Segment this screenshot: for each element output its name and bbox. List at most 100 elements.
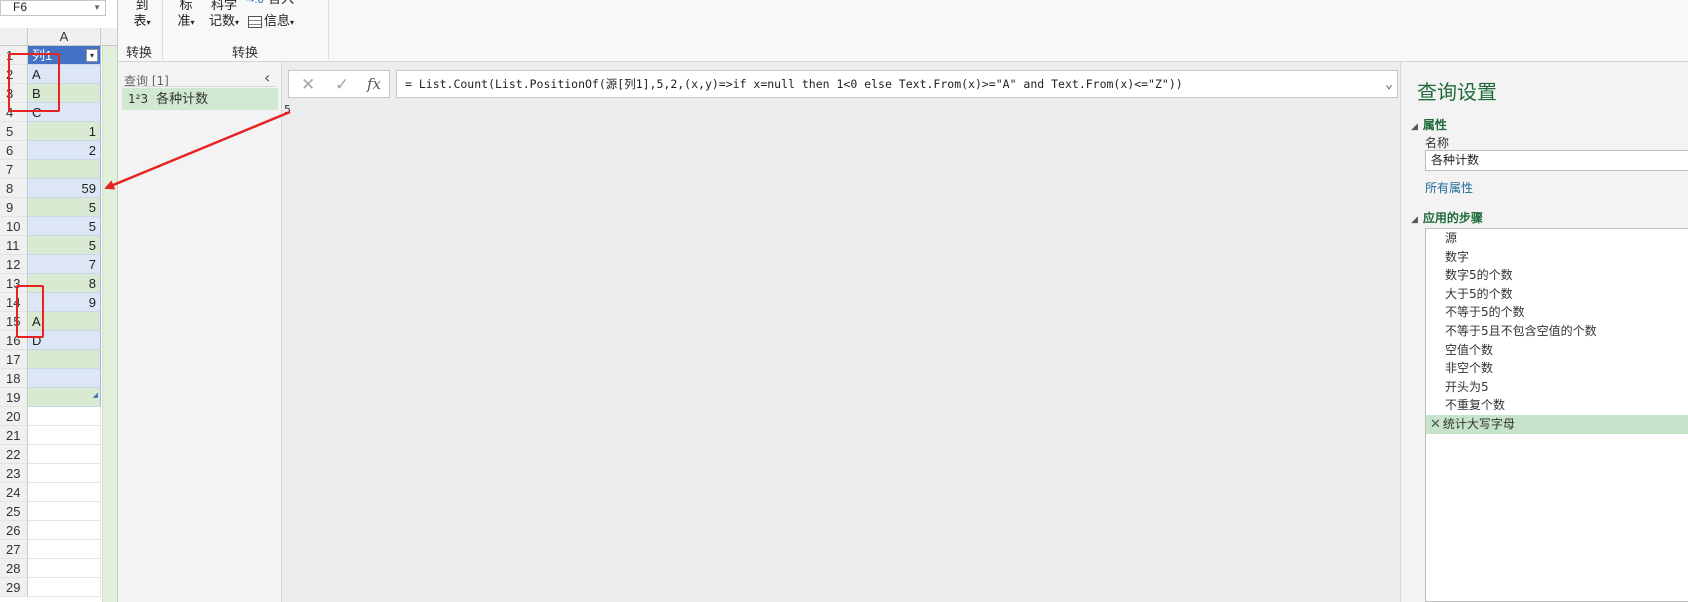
all-properties-link[interactable]: 所有属性: [1425, 179, 1473, 196]
query-item[interactable]: 1²3 各种计数: [122, 88, 278, 110]
select-all-corner[interactable]: [0, 28, 28, 46]
row-number[interactable]: 28: [0, 559, 28, 578]
standard-label-1: 标: [179, 0, 193, 13]
info-label: 信息: [264, 14, 291, 29]
row-number[interactable]: 11: [0, 236, 28, 255]
collapse-triangle-icon: ◢: [1411, 215, 1418, 225]
name-box-value: F6: [13, 0, 28, 14]
row-number[interactable]: 5: [0, 122, 28, 141]
row-number[interactable]: 21: [0, 426, 28, 445]
sheet-row: 27: [0, 540, 117, 559]
row-number[interactable]: 26: [0, 521, 28, 540]
row-number[interactable]: 19: [0, 388, 28, 407]
properties-section-label: 属性: [1422, 118, 1447, 132]
table-cell[interactable]: [28, 540, 101, 559]
applied-step-label: 空值个数: [1445, 342, 1494, 357]
sheet-row: 95: [0, 198, 117, 217]
chevron-down-icon: ▾: [290, 18, 295, 27]
name-box[interactable]: F6 ▼: [0, 0, 106, 16]
applied-step-label: 源: [1445, 231, 1458, 245]
applied-step[interactable]: 数字: [1426, 248, 1688, 267]
table-cell[interactable]: ◢: [28, 388, 101, 407]
row-number[interactable]: 24: [0, 483, 28, 502]
chevron-down-icon[interactable]: ⌄: [1385, 72, 1393, 97]
applied-step-label: 统计大写字母: [1442, 416, 1515, 431]
applied-step-label: 不等于5的个数: [1445, 305, 1525, 320]
row-number[interactable]: 22: [0, 445, 28, 464]
applied-step[interactable]: 不等于5且不包含空值的个数: [1426, 322, 1688, 341]
row-number[interactable]: 7: [0, 160, 28, 179]
table-cell[interactable]: [28, 521, 101, 540]
sheet-row: 19 ◢: [0, 388, 117, 407]
row-number[interactable]: 25: [0, 502, 28, 521]
query-name-input[interactable]: 各种计数: [1425, 150, 1688, 171]
row-number[interactable]: 6: [0, 141, 28, 160]
applied-step[interactable]: 源: [1426, 229, 1688, 248]
table-cell[interactable]: 5: [28, 236, 101, 255]
row-number[interactable]: 10: [0, 217, 28, 236]
chevron-down-icon[interactable]: ▼: [93, 2, 101, 14]
table-resize-handle-icon[interactable]: ◢: [93, 386, 98, 405]
table-cell[interactable]: 59: [28, 179, 101, 198]
applied-step[interactable]: 大于5的个数: [1426, 285, 1688, 304]
table-cell[interactable]: 5: [28, 198, 101, 217]
to-table-button[interactable]: 到 表▾: [126, 0, 158, 31]
scientific-button[interactable]: 科学 记数▾: [206, 0, 242, 31]
table-cell[interactable]: 5: [28, 217, 101, 236]
table-cell[interactable]: [28, 160, 101, 179]
row-number[interactable]: 9: [0, 198, 28, 217]
table-cell[interactable]: [28, 426, 101, 445]
preview-area: ✕ ✓ fx = List.Count(List.PositionOf(源[列1…: [282, 62, 1400, 602]
row-number[interactable]: 17: [0, 350, 28, 369]
applied-step[interactable]: 空值个数: [1426, 341, 1688, 360]
annotation-box: [8, 53, 60, 112]
row-number[interactable]: 8: [0, 179, 28, 198]
ribbon-separator: [162, 0, 163, 60]
applied-step[interactable]: ✕ 统计大写字母: [1426, 414, 1688, 434]
row-number[interactable]: 27: [0, 540, 28, 559]
table-cell[interactable]: [28, 407, 101, 426]
collapse-triangle-icon: ◢: [1411, 122, 1418, 132]
table-cell[interactable]: 7: [28, 255, 101, 274]
table-cell[interactable]: [28, 464, 101, 483]
cancel-icon[interactable]: ✕: [301, 75, 315, 95]
table-cell[interactable]: [28, 559, 101, 578]
table-cell[interactable]: [28, 483, 101, 502]
table-cell[interactable]: 2: [28, 141, 101, 160]
applied-step-label: 非空个数: [1445, 361, 1494, 376]
table-cell[interactable]: [28, 369, 101, 388]
applied-step[interactable]: 不重复个数: [1426, 396, 1688, 415]
table-cell[interactable]: [28, 578, 101, 597]
applied-steps-section[interactable]: ◢ 应用的步骤: [1411, 209, 1483, 226]
rounding-button[interactable]: →.0 舍入: [246, 0, 316, 9]
table-cell[interactable]: [28, 502, 101, 521]
column-header-a[interactable]: A: [28, 28, 101, 46]
formula-input[interactable]: = List.Count(List.PositionOf(源[列1],5,2,(…: [396, 70, 1398, 98]
table-cell[interactable]: [28, 350, 101, 369]
standard-button[interactable]: 标 准▾: [174, 0, 198, 31]
row-number[interactable]: 20: [0, 407, 28, 426]
applied-step-label: 不等于5且不包含空值的个数: [1445, 323, 1597, 338]
table-cell[interactable]: [28, 445, 101, 464]
row-number[interactable]: 18: [0, 369, 28, 388]
row-number[interactable]: 23: [0, 464, 28, 483]
collapse-pane-icon[interactable]: ‹: [264, 68, 270, 87]
scientific-label-2: 记数: [208, 14, 235, 29]
sheet-row: 7: [0, 160, 117, 179]
applied-steps-label: 应用的步骤: [1422, 211, 1483, 225]
annotation-box: [16, 285, 44, 338]
delete-step-icon[interactable]: ✕: [1430, 417, 1441, 432]
applied-step[interactable]: 非空个数: [1426, 359, 1688, 378]
applied-step[interactable]: 不等于5的个数: [1426, 303, 1688, 322]
applied-step[interactable]: 数字5的个数: [1426, 266, 1688, 285]
row-number[interactable]: 12: [0, 255, 28, 274]
sheet-row: 11 5: [0, 236, 117, 255]
fx-icon[interactable]: fx: [367, 75, 381, 93]
commit-icon[interactable]: ✓: [335, 75, 349, 95]
row-number[interactable]: 29: [0, 578, 28, 597]
applied-step[interactable]: 开头为5: [1426, 378, 1688, 397]
table-cell[interactable]: 1: [28, 122, 101, 141]
filter-dropdown-icon[interactable]: ▾: [86, 49, 98, 62]
info-button[interactable]: 信息▾: [248, 14, 318, 31]
properties-section[interactable]: ◢ 属性: [1411, 116, 1447, 133]
